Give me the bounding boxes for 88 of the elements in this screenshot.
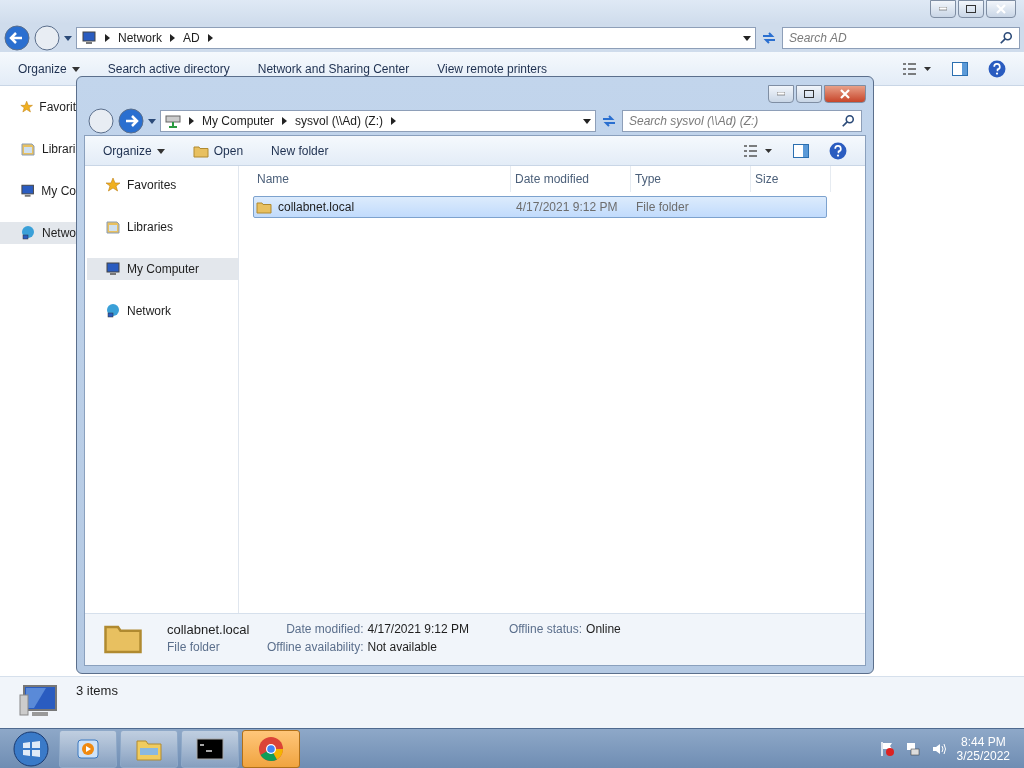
library-icon bbox=[20, 141, 36, 157]
sidebar-item[interactable]: Librari bbox=[0, 138, 76, 160]
details-value: Not available bbox=[367, 640, 438, 654]
date-modified: 4/17/2021 9:12 PM bbox=[516, 200, 618, 214]
breadcrumb-arrow-icon bbox=[391, 117, 397, 125]
browser-icon bbox=[258, 735, 284, 762]
details-value: 4/17/2021 9:12 PM bbox=[367, 622, 470, 636]
organize-menu[interactable]: Organize bbox=[18, 61, 80, 76]
clock-time: 8:44 PM bbox=[960, 734, 1006, 749]
breadcrumb[interactable]: AD bbox=[183, 31, 200, 45]
preview-pane-icon bbox=[952, 61, 968, 76]
star-icon bbox=[20, 99, 34, 115]
network-status-icon bbox=[904, 740, 921, 757]
maximize-button[interactable] bbox=[796, 85, 822, 103]
caret-icon bbox=[64, 34, 72, 42]
network-drive-icon bbox=[165, 113, 181, 129]
details-label: Offline availability: bbox=[267, 640, 364, 654]
close-button[interactable] bbox=[824, 85, 866, 103]
search-icon bbox=[999, 31, 1013, 45]
toolbar-link[interactable]: Network and Sharing Center bbox=[257, 61, 410, 76]
breadcrumb-arrow-icon bbox=[207, 34, 213, 42]
sidebar-item[interactable]: Favorit bbox=[0, 96, 76, 118]
details-label: Date modified: bbox=[285, 622, 364, 636]
breadcrumb[interactable]: My Computer bbox=[202, 114, 275, 128]
network-icon bbox=[20, 225, 36, 241]
computer-icon bbox=[20, 183, 36, 199]
computer-icon bbox=[81, 30, 97, 46]
preview-pane-icon bbox=[793, 143, 809, 158]
details-name: collabnet.local bbox=[167, 621, 251, 637]
close-icon bbox=[996, 4, 1006, 14]
address-bar[interactable]: My Computer sysvol (\\Ad) (Z:) bbox=[160, 110, 596, 132]
console-icon bbox=[196, 737, 224, 760]
item-count: 3 items bbox=[76, 683, 118, 698]
dropdown-caret-icon bbox=[583, 117, 591, 125]
help-icon bbox=[829, 141, 847, 160]
breadcrumb-arrow-icon bbox=[189, 117, 194, 125]
restore-icon bbox=[804, 90, 814, 98]
file-type: File folder bbox=[636, 200, 689, 214]
caret-icon bbox=[71, 64, 80, 73]
file-name: collabnet.local bbox=[278, 200, 355, 214]
sidebar-item[interactable]: My Co bbox=[0, 180, 76, 202]
maximize-button[interactable] bbox=[958, 0, 984, 18]
computer-icon bbox=[105, 261, 121, 277]
new-folder-button[interactable]: New folder bbox=[271, 143, 329, 158]
dropdown-caret-icon bbox=[743, 34, 751, 42]
library-icon bbox=[105, 219, 121, 235]
column-header[interactable]: Name bbox=[253, 166, 511, 192]
close-icon bbox=[840, 89, 850, 99]
help-icon bbox=[988, 59, 1006, 78]
column-header[interactable]: Date modified bbox=[511, 166, 631, 192]
network-icon bbox=[105, 303, 121, 319]
details-type: File folder bbox=[167, 640, 221, 654]
details-value: Online bbox=[586, 622, 622, 636]
address-bar[interactable]: Network AD bbox=[76, 27, 756, 49]
action-center-icon bbox=[878, 740, 895, 757]
search-field[interactable]: Search AD bbox=[782, 27, 1020, 49]
file-row[interactable]: collabnet.local 4/17/2021 9:12 PM File folder bbox=[253, 196, 827, 218]
sidebar-item[interactable]: My Computer bbox=[87, 258, 238, 280]
folder-icon bbox=[256, 199, 272, 215]
column-header[interactable]: Size bbox=[751, 166, 831, 192]
star-icon bbox=[105, 177, 121, 193]
sidebar-item[interactable]: Libraries bbox=[87, 216, 238, 238]
media-player-icon bbox=[76, 736, 100, 761]
breadcrumb[interactable]: Network bbox=[118, 31, 162, 45]
clock-date: 3/25/2022 bbox=[956, 748, 1010, 763]
breadcrumb-arrow-icon bbox=[282, 117, 288, 125]
sidebar-item[interactable]: Network bbox=[87, 300, 238, 322]
breadcrumb[interactable]: sysvol (\\Ad) (Z:) bbox=[295, 114, 384, 128]
breadcrumb-arrow-icon bbox=[105, 34, 110, 42]
restore-icon bbox=[966, 5, 976, 13]
toolbar-link[interactable]: Search active directory bbox=[107, 61, 230, 76]
open-button[interactable]: Open bbox=[192, 142, 244, 159]
view-options-icon bbox=[743, 143, 773, 158]
view-options-icon bbox=[902, 61, 932, 76]
sidebar-item[interactable]: Netwo bbox=[0, 222, 76, 244]
details-label: Offline status: bbox=[508, 622, 583, 636]
sidebar-item[interactable]: Favorites bbox=[87, 174, 238, 196]
caret-icon bbox=[148, 117, 156, 125]
search-icon bbox=[841, 114, 855, 128]
taskbar-button[interactable] bbox=[181, 729, 239, 768]
search-field[interactable]: Search sysvol (\\Ad) (Z:) bbox=[622, 110, 862, 132]
breadcrumb-arrow-icon bbox=[170, 34, 175, 42]
toolbar-link[interactable]: View remote printers bbox=[437, 61, 547, 76]
minimize-icon bbox=[939, 7, 947, 11]
column-header[interactable]: Type bbox=[631, 166, 751, 192]
caret-icon bbox=[156, 146, 165, 155]
organize-menu[interactable]: Organize bbox=[103, 143, 165, 158]
minimize-icon bbox=[777, 92, 785, 96]
